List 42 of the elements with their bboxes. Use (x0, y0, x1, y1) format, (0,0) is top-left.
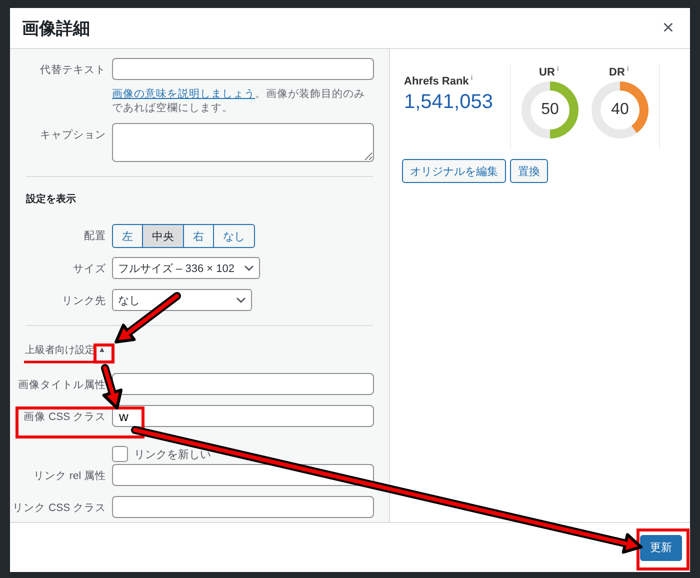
field-label: 配置 (83, 229, 106, 243)
field-label: リンク先 (61, 294, 106, 308)
collapse-toggle[interactable]: ▲ (95, 343, 109, 356)
gauge-value: 50 (540, 101, 560, 119)
gauge-label: UR $^{i}$ (539, 66, 559, 79)
action-button[interactable]: オリジナルを編集 (402, 159, 506, 183)
close-button[interactable]: × (658, 16, 678, 40)
rank-value: 1,541,053 (404, 90, 494, 114)
section-heading: 設定を表示 (26, 193, 77, 206)
dialog-title: 画像詳細 (22, 18, 90, 40)
highlight-underline (24, 360, 95, 364)
update-button[interactable]: 更新 (640, 534, 682, 560)
chevron-down-icon (244, 265, 254, 271)
gauge-value: 40 (610, 101, 630, 119)
field-label: サイズ (72, 262, 106, 276)
align-option[interactable]: 左 (112, 224, 143, 248)
field-label: リンク CSS クラス (12, 501, 106, 515)
field-label: 画像タイトル属性 (17, 378, 106, 392)
arrow-drawing (114, 292, 181, 344)
rank-label: Ahrefs Rank $^{i}$ (404, 75, 474, 88)
field-label: キャプション (39, 128, 106, 142)
highlight-frame (94, 344, 114, 364)
align-option[interactable]: 右 (183, 224, 214, 248)
checkbox[interactable] (112, 446, 128, 462)
field-label: リンク rel 属性 (32, 469, 106, 483)
size-select[interactable]: フルサイズ – 336 × 102 (112, 257, 260, 279)
action-button[interactable]: 置換 (510, 159, 548, 183)
align-option[interactable]: なし (213, 224, 255, 248)
align-option[interactable]: 中央 (142, 224, 184, 248)
help-link[interactable]: 画像の意味を説明しましょう (112, 88, 255, 100)
input-field[interactable] (112, 58, 374, 80)
chevron-down-icon (236, 297, 246, 303)
help-text: 画像の意味を説明しましょう。画像が装飾目的のみであれば空欄にします。 (112, 87, 366, 115)
checkbox-label: リンクを新しい (134, 448, 211, 462)
link-select[interactable]: なし (112, 289, 252, 311)
field-label: 代替テキスト (39, 63, 106, 77)
input-field[interactable] (112, 373, 374, 395)
field-label: 画像 CSS クラス (22, 410, 106, 424)
input-field[interactable]: w (112, 405, 374, 427)
highlight-frame (636, 528, 690, 570)
caption-field[interactable] (112, 123, 374, 162)
input-field[interactable] (112, 496, 374, 518)
